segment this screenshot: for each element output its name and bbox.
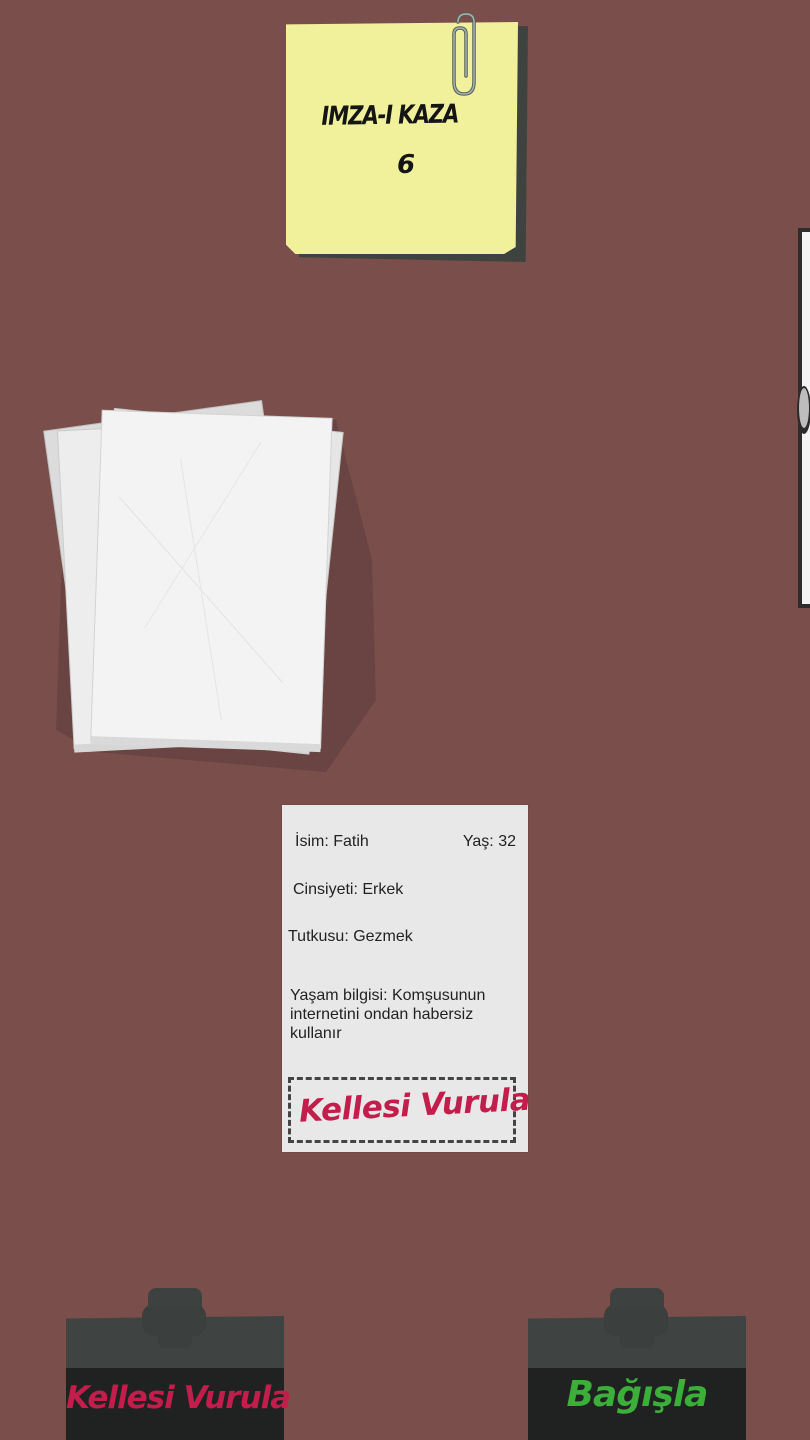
profile-passion: Tutkusu: Gezmek: [288, 928, 413, 945]
stamp-handle-neck: [620, 1328, 654, 1348]
forgive-button-label: Bağışla: [566, 1374, 709, 1415]
side-frame: [797, 228, 810, 608]
paper-stack[interactable]: [26, 380, 386, 780]
profile-document: İsim: Fatih Yaş: 32 Cinsiyeti: Erkek Tut…: [282, 805, 531, 1152]
sticky-note: IMZA-I KAZA 6: [278, 12, 530, 262]
profile-age: Yaş: 32: [462, 833, 516, 850]
execute-button-label: Kellesi Vurula: [66, 1380, 291, 1416]
paperclip-icon: [452, 12, 476, 96]
profile-name: İsim: Fatih: [295, 833, 369, 850]
profile-gender: Cinsiyeti: Erkek: [293, 881, 404, 898]
sticky-note-count: 6: [396, 150, 416, 180]
stamp-handle-top: [148, 1288, 202, 1308]
execute-stamp-button[interactable]: Kellesi Vurula: [66, 1288, 291, 1440]
sticky-note-title: IMZA-I KAZA: [321, 99, 459, 132]
profile-life-info: Yaşam bilgisi: Komşusunun internetini on…: [290, 987, 486, 1042]
stamp-handle-neck: [158, 1328, 192, 1348]
forgive-stamp-button[interactable]: Bağışla: [528, 1288, 746, 1440]
verdict-stamp-text: Kellesi Vurula: [298, 1081, 531, 1130]
stamp-handle-top: [610, 1288, 664, 1308]
verdict-stamp-area: Kellesi Vurula: [288, 1077, 531, 1143]
